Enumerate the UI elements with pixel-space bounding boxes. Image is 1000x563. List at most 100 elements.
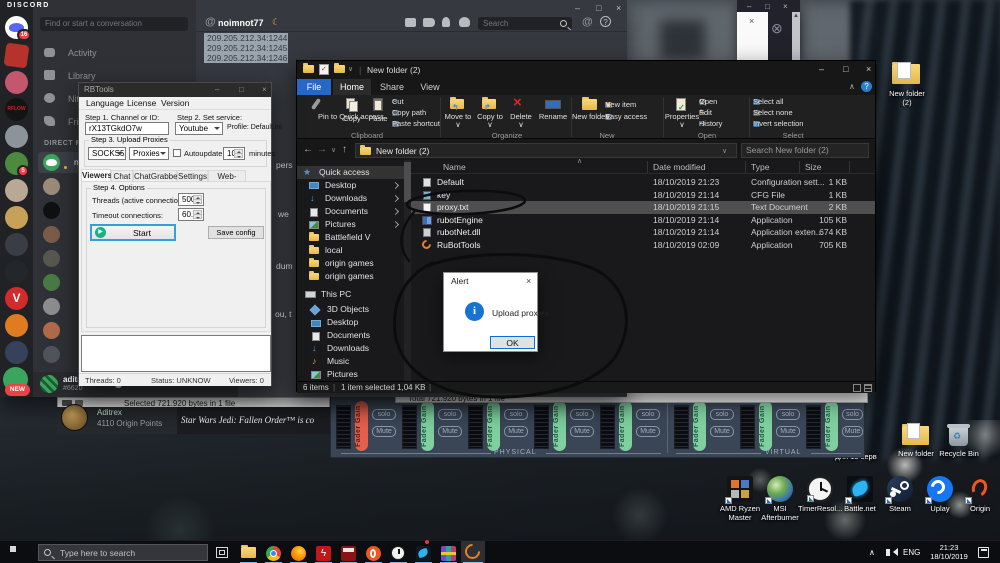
tray-language[interactable]: ENG [903,548,920,557]
task-view-button[interactable] [216,547,228,558]
back-button[interactable]: ← [303,144,313,155]
ribbon-properties[interactable]: ✓ Properties ∨ [666,97,698,131]
server-icon[interactable]: RFLOW [5,98,28,121]
ribbon-pin-quick-access[interactable]: Pin to Quick access [299,97,337,131]
taskbar-origin[interactable] [363,544,384,563]
rbtools-close-button[interactable]: × [262,85,267,94]
sidebar-item-origin-games[interactable]: origin games [297,257,404,270]
desktop-icon-msi-afterburner[interactable]: MSI Afterburner [762,474,798,530]
sidebar-item-music[interactable]: ♪ Music [297,355,404,368]
ribbon-rename[interactable]: Rename [537,97,569,131]
sidebar-item-library[interactable]: Library [44,69,194,83]
user-avatar[interactable] [40,375,58,393]
ribbon-delete[interactable]: × Delete ∨ [507,97,535,131]
desktop-icon-uplay[interactable]: Uplay [922,474,958,530]
taskbar-red-app[interactable]: ϟ [313,544,334,563]
server-icon[interactable] [5,71,28,94]
dm-avatar[interactable] [43,274,60,291]
start-button[interactable]: ▶ Start [90,224,176,241]
server-icon[interactable] [5,341,28,364]
menu-language[interactable]: Language [86,98,124,108]
fader-gain-slider[interactable]: Fader Gain [693,401,706,451]
sidebar-item-documents[interactable]: Documents [297,205,404,218]
explorer-search-input[interactable]: Search New folder (2) [741,143,869,158]
desktop-icon-origin[interactable]: Origin [962,474,998,530]
sidebar-item-activity[interactable]: Activity [44,46,194,60]
ribbon-paste[interactable]: Paste [365,97,391,131]
taskbar-explorer[interactable] [238,544,259,563]
alert-close-button[interactable]: × [526,276,531,286]
solo-button[interactable]: solo [372,409,396,420]
ribbon-new-folder[interactable]: New folder [574,97,604,131]
server-icon[interactable] [5,260,28,283]
dm-avatar[interactable] [43,250,60,267]
dm-avatar[interactable] [43,226,60,243]
file-row[interactable]: Default 18/10/2019 21:23 Configuration s… [411,176,875,189]
mute-button[interactable]: Mute [776,426,800,437]
volume-icon[interactable] [886,549,890,556]
dm-avatar[interactable] [43,202,60,219]
fader-gain-slider[interactable]: Fader Gain [355,401,368,451]
tray-clock[interactable]: 21:23 18/10/2019 [928,543,970,562]
conversation-search-input[interactable]: Find or start a conversation [40,17,188,31]
ribbon-move-to[interactable]: ↰ Move to ∨ [443,97,473,131]
taskbar-battlenet[interactable] [413,544,434,563]
fader-gain-slider[interactable]: Fader Gain [825,401,838,451]
rbtools-minimize-button[interactable]: – [215,85,219,94]
call-icon[interactable] [405,18,416,27]
circle-x-icon[interactable]: ⊗ [771,20,783,37]
tab-view[interactable]: View [413,79,447,95]
solo-button[interactable]: solo [504,409,528,420]
ribbon-collapse-icon[interactable]: ∧ [849,82,855,91]
fader-gain-slider[interactable]: Fader Gain [619,401,632,451]
sidebar-item-pc-downloads[interactable]: ↓ Downloads [297,342,404,355]
fader-gain-slider[interactable]: Fader Gain [487,401,500,451]
sidebar-item-this-pc[interactable]: This PC [297,288,404,301]
server-icon[interactable] [5,179,28,202]
history-dropdown[interactable]: ∨ [331,146,336,154]
taskbar-search-box[interactable]: Type here to search [38,544,208,561]
mute-button[interactable]: Mute [842,426,863,437]
sidebar-item-pc-pictures[interactable]: Pictures [297,368,404,381]
small-window-maximize[interactable]: □ [765,2,770,11]
file-row[interactable]: rubotNet.dll 18/10/2019 21:14 Applicatio… [411,226,875,239]
sidebar-item-3d-objects[interactable]: 3D Objects [297,303,404,316]
tab-share[interactable]: Share [373,79,411,95]
file-row[interactable]: key 18/10/2019 21:14 CFG File 1 KB [411,189,875,202]
video-icon[interactable] [423,18,435,27]
mute-button[interactable]: Mute [504,426,528,437]
qat-dropdown-icon[interactable]: ∨ [348,65,353,73]
inbox-icon[interactable]: @ [582,16,593,28]
qat-undo-icon[interactable]: ✓ [319,64,329,75]
mute-button[interactable]: Mute [710,426,734,437]
desktop-icon-new-folder[interactable]: New folder [893,422,939,468]
fader-gain-slider[interactable]: Fader Gain [759,401,772,451]
details-view-toggle[interactable] [853,384,861,392]
server-icon[interactable] [5,314,28,337]
timeout-stepper[interactable]: 60.0 [178,208,204,221]
solo-button[interactable]: solo [776,409,800,420]
save-config-button[interactable]: Save config [208,226,264,239]
sidebar-item-battlefield[interactable]: Battlefield V [297,231,404,244]
server-icon[interactable] [5,206,28,229]
socks-select[interactable]: SOCKS5 [88,147,126,160]
chat-search-input[interactable]: Search [478,17,572,30]
tab-webpanel[interactable]: Web-panel [208,170,246,181]
tab-home[interactable]: Home [333,79,371,95]
tab-chat[interactable]: Chat [111,170,133,181]
desktop-icon-steam[interactable]: Steam [882,474,918,530]
dm-avatar[interactable] [43,298,60,315]
sidebar-item-pc-documents[interactable]: Documents [297,329,404,342]
discord-close-button[interactable]: × [616,4,621,13]
start-button[interactable] [10,546,23,559]
dm-avatar[interactable] [43,346,60,363]
explorer-minimize-button[interactable]: – [819,65,824,74]
taskbar-winrar[interactable] [438,544,459,563]
address-breadcrumb[interactable]: New folder (2) ∨ [355,143,737,158]
explorer-close-button[interactable]: × [866,65,871,74]
menu-license[interactable]: License [127,98,156,108]
dm-avatar[interactable] [43,322,60,339]
taskbar-firefox[interactable] [288,544,309,563]
breadcrumb-caret[interactable]: ∨ [722,145,727,158]
notification-center-icon[interactable] [978,547,989,558]
